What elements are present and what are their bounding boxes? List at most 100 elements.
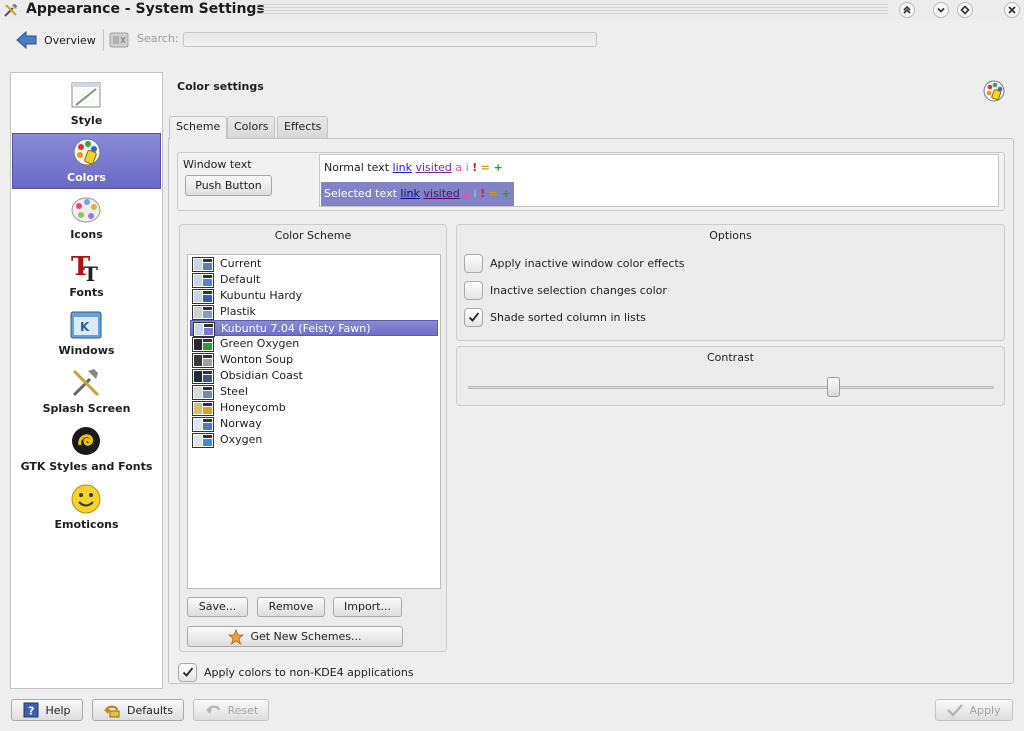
scheme-item[interactable]: Kubuntu 7.04 (Feisty Fawn) — [190, 320, 438, 337]
scheme-item[interactable]: Plastik — [190, 304, 438, 320]
selected-text-label: Selected text — [324, 187, 397, 200]
maximize-button[interactable] — [957, 2, 973, 18]
keep-above-button[interactable] — [899, 2, 915, 18]
option-label: Apply inactive window color effects — [490, 256, 685, 270]
defaults-label: Defaults — [127, 703, 173, 717]
scheme-name: Green Oxygen — [220, 337, 300, 350]
overview-label: Overview — [44, 33, 96, 47]
preview-inactive-text: i — [465, 161, 469, 174]
help-button[interactable]: ? Help — [11, 699, 83, 721]
scheme-preview-icon — [192, 401, 214, 416]
preview-link[interactable]: link — [393, 161, 412, 174]
preview-neutral-text: = — [480, 161, 490, 174]
scheme-item[interactable]: Kubuntu Hardy — [190, 288, 438, 304]
shade-sorted-column-option[interactable]: Shade sorted column in lists — [464, 307, 646, 327]
scheme-item[interactable]: Oxygen — [190, 432, 438, 448]
category-colors[interactable]: Colors — [12, 133, 161, 189]
scheme-item[interactable]: Norway — [190, 416, 438, 432]
tab-colors[interactable]: Colors — [227, 116, 276, 138]
star-icon — [228, 628, 245, 645]
preview-selected-negative-text: ! — [480, 187, 486, 200]
preview-visited-link[interactable]: visited — [415, 161, 451, 174]
close-button[interactable] — [1004, 2, 1020, 18]
color-scheme-group: Color Scheme Current Default Kubuntu Hardy… — [179, 224, 447, 652]
overview-button[interactable]: Overview — [10, 28, 102, 52]
splash-screen-icon — [72, 369, 100, 397]
scheme-name: Kubuntu Hardy — [220, 289, 303, 302]
scheme-item[interactable]: Current — [190, 256, 438, 272]
tab-scheme[interactable]: Scheme — [169, 116, 228, 139]
keep-above-icon — [903, 5, 911, 14]
checkmark-icon — [468, 312, 479, 322]
reset-button[interactable]: Reset — [193, 699, 269, 721]
get-new-schemes-button[interactable]: Get New Schemes... — [187, 626, 403, 647]
preview-selected-visited-link[interactable]: visited — [423, 187, 459, 200]
colors-icon — [73, 138, 101, 166]
color-scheme-title: Color Scheme — [274, 229, 352, 242]
apply-colors-non-kde-checkbox[interactable] — [178, 662, 197, 682]
apply-colors-non-kde-option[interactable]: Apply colors to non-KDE4 applications — [178, 662, 414, 682]
color-scheme-list[interactable]: Current Default Kubuntu Hardy Plastik Kubunt… — [187, 254, 441, 589]
defaults-button[interactable]: Defaults — [92, 699, 184, 721]
selected-text-preview: Selected text link visited a i ! = + — [321, 182, 514, 206]
contrast-slider-handle[interactable] — [827, 377, 840, 397]
preview-window: Normal text link visited a i ! = + Selec… — [319, 154, 999, 207]
scheme-preview-icon — [192, 433, 214, 448]
color-settings-panel: Color settings Scheme Colors Effects Win… — [167, 72, 1015, 689]
minimize-button[interactable] — [933, 2, 949, 18]
preview-selected-inactive-text: i — [473, 187, 477, 200]
scheme-item[interactable]: Default — [190, 272, 438, 288]
category-label: Fonts — [69, 286, 104, 299]
apply-inactive-effects-option[interactable]: Apply inactive window color effects — [464, 253, 685, 273]
apply-button[interactable]: Apply — [935, 699, 1013, 721]
icons-icon — [71, 197, 101, 223]
scheme-item[interactable]: Steel — [190, 384, 438, 400]
category-splash-screen[interactable]: Splash Screen — [12, 365, 161, 421]
category-windows[interactable]: K Windows — [12, 307, 161, 363]
contrast-title: Contrast — [706, 351, 754, 364]
scheme-name: Obsidian Coast — [220, 369, 303, 382]
scheme-item[interactable]: Wonton Soup — [190, 352, 438, 368]
remove-scheme-button[interactable]: Remove — [257, 597, 325, 617]
category-style[interactable]: Style — [12, 77, 161, 133]
category-gtk-styles-and-fonts[interactable]: GTK Styles and Fonts — [12, 423, 161, 479]
inactive-selection-option[interactable]: Inactive selection changes color — [464, 280, 667, 300]
title-bar-decoration — [256, 4, 888, 16]
category-list: Style Colors Icons T T Fonts K Windows S… — [10, 72, 163, 689]
window-text-label: Window text — [183, 158, 252, 171]
category-icons[interactable]: Icons — [12, 191, 161, 247]
scheme-name: Norway — [220, 417, 262, 430]
category-emoticons[interactable]: Emoticons — [12, 481, 161, 537]
search-clear-icon[interactable] — [109, 31, 129, 49]
scheme-item[interactable]: Green Oxygen — [190, 336, 438, 352]
contrast-slider-track[interactable] — [468, 386, 994, 389]
maximize-icon — [960, 5, 970, 15]
normal-text-preview: Normal text link visited a i ! = + — [324, 161, 503, 174]
fonts-icon: T T — [71, 252, 98, 283]
window-title: Appearance - System Settings — [26, 1, 265, 17]
inactive-selection-checkbox[interactable] — [464, 280, 483, 300]
scheme-name: Wonton Soup — [220, 353, 294, 366]
import-scheme-button[interactable]: Import... — [333, 597, 402, 617]
scheme-item[interactable]: Obsidian Coast — [190, 368, 438, 384]
reset-icon — [205, 705, 220, 714]
scheme-preview-icon — [193, 322, 215, 337]
apply-label: Apply — [969, 703, 1001, 717]
scheme-name: Honeycomb — [220, 401, 286, 414]
scheme-item[interactable]: Honeycomb — [190, 400, 438, 416]
category-fonts[interactable]: T T Fonts — [12, 249, 161, 305]
tab-effects[interactable]: Effects — [277, 116, 329, 138]
search-label: Search: — [137, 32, 179, 45]
category-label: Emoticons — [54, 518, 119, 531]
shade-sorted-column-checkbox[interactable] — [464, 307, 483, 327]
save-scheme-button[interactable]: Save... — [187, 597, 248, 617]
scheme-name: Default — [220, 273, 261, 286]
search-input[interactable] — [183, 32, 597, 47]
preview-positive-text: + — [493, 161, 503, 174]
preview-push-button[interactable]: Push Button — [185, 175, 272, 196]
preview-selected-neutral-text: = — [488, 187, 498, 200]
preview-selected-link[interactable]: link — [400, 187, 419, 200]
apply-inactive-effects-checkbox[interactable] — [464, 253, 483, 273]
reset-label: Reset — [227, 703, 259, 717]
category-label: Icons — [70, 228, 103, 241]
